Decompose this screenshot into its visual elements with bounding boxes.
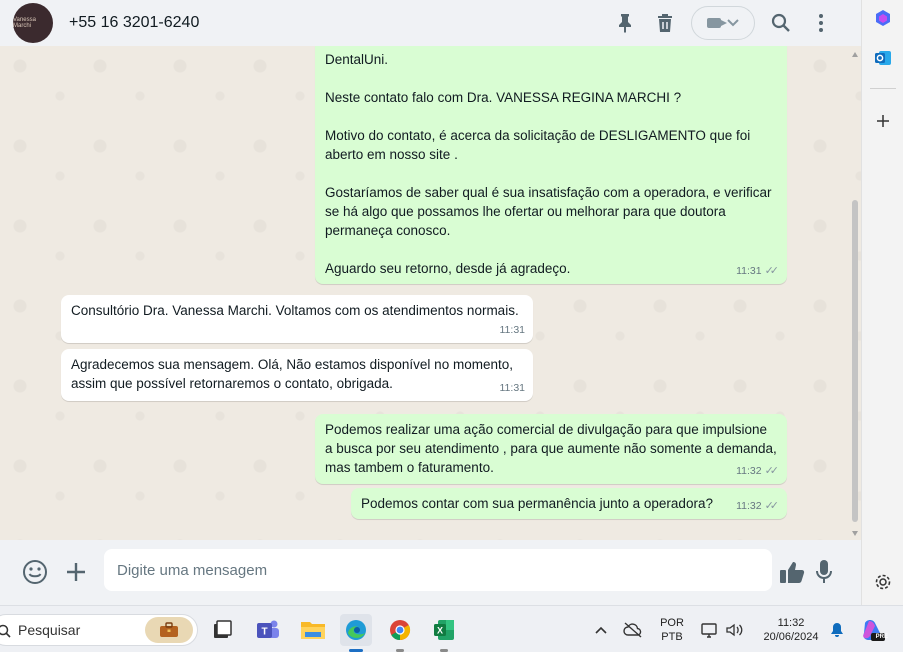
avatar-text: Vanessa Marchi (13, 17, 36, 29)
clock[interactable]: 11:32 20/06/2024 (756, 616, 826, 644)
message-text: Consultório Dra. Vanessa Marchi. Voltamo… (71, 303, 519, 318)
search-icon[interactable] (761, 3, 801, 43)
message-time: 11:31 (736, 265, 762, 277)
message-bubble[interactable]: Agradecemos sua mensagem. Olá, Não estam… (61, 349, 533, 401)
clock-date: 20/06/2024 (763, 631, 819, 643)
volume-icon[interactable] (721, 614, 747, 646)
message-bubble[interactable]: Consultório Dra. Vanessa Marchi. Voltamo… (61, 295, 533, 343)
delete-icon[interactable] (645, 3, 685, 43)
scroll-thumb[interactable] (852, 200, 858, 522)
thumbs-up-icon[interactable] (778, 558, 806, 586)
task-view-icon[interactable] (206, 614, 238, 646)
menu-icon[interactable] (801, 3, 841, 43)
composer (0, 540, 861, 605)
search-label: Pesquisar (18, 622, 81, 638)
message-bubble[interactable]: Podemos realizar uma ação comercial de d… (315, 414, 787, 484)
whatsapp-window: Vanessa Marchi +55 16 3201-6240 DentalUn… (0, 0, 861, 605)
scroll-down-icon[interactable] (852, 531, 858, 536)
settings-icon[interactable] (873, 572, 893, 592)
message-bubble[interactable]: Podemos contar com sua permanência junto… (351, 488, 787, 519)
message-bubble[interactable]: DentalUni. Neste contato falo com Dra. V… (315, 46, 787, 284)
excel-icon[interactable]: X (428, 614, 460, 652)
message-meta: 11:32 ✓✓ (736, 462, 779, 481)
pin-icon[interactable] (605, 3, 645, 43)
message-text: Podemos realizar uma ação comercial de d… (325, 422, 777, 475)
taskbar-search[interactable]: Pesquisar (0, 614, 198, 646)
search-icon (0, 624, 11, 638)
teams-icon[interactable]: T (252, 614, 284, 646)
svg-text:T: T (261, 627, 267, 638)
add-icon[interactable] (873, 111, 893, 131)
attach-icon[interactable] (62, 558, 90, 586)
chat-header: Vanessa Marchi +55 16 3201-6240 (0, 0, 861, 46)
copilot-icon[interactable] (873, 8, 893, 28)
network-icon[interactable] (697, 614, 723, 646)
video-call-button[interactable] (691, 6, 755, 40)
message-time: 11:31 (499, 324, 526, 336)
edge-sidebar (861, 0, 903, 605)
scroll-up-icon[interactable] (852, 52, 858, 57)
onedrive-offline-icon[interactable] (618, 614, 648, 646)
message-meta: 11:32 ✓✓ (736, 497, 779, 516)
header-actions (605, 0, 841, 46)
message-time: 11:31 (499, 382, 526, 394)
avatar[interactable]: Vanessa Marchi (13, 3, 53, 43)
mic-icon[interactable] (810, 558, 838, 586)
double-check-icon: ✓✓ (764, 265, 780, 277)
outlook-icon[interactable] (873, 48, 893, 68)
message-meta: 11:31 (500, 321, 526, 340)
emoji-icon[interactable] (21, 558, 49, 586)
message-meta: 11:31 (500, 379, 526, 398)
svg-text:X: X (437, 626, 443, 636)
chevron-up-icon[interactable] (586, 614, 616, 646)
language-top: POR (660, 617, 684, 629)
message-list[interactable]: DentalUni. Neste contato falo com Dra. V… (0, 46, 861, 540)
language-bottom: PTB (661, 631, 683, 643)
double-check-icon: ✓✓ (764, 500, 780, 512)
chevron-down-icon (727, 19, 739, 27)
contact-name[interactable]: +55 16 3201-6240 (69, 14, 199, 32)
chrome-icon[interactable] (384, 614, 416, 652)
message-time: 11:32 (736, 500, 762, 512)
edge-icon[interactable] (340, 614, 372, 652)
clock-time: 11:32 (777, 617, 805, 629)
video-call-icon (707, 18, 727, 28)
briefcase-icon (145, 617, 193, 643)
message-text: Podemos contar com sua permanência junto… (361, 496, 713, 511)
copilot-preview-icon[interactable]: PRE (857, 614, 889, 646)
language-indicator[interactable]: POR PTB (656, 616, 688, 644)
message-time: 11:32 (736, 465, 762, 477)
preview-badge: PRE (875, 634, 888, 640)
file-explorer-icon[interactable] (297, 614, 329, 646)
rail-divider (870, 88, 896, 89)
message-input[interactable] (104, 549, 772, 591)
double-check-icon: ✓✓ (764, 465, 780, 477)
notification-bell-icon[interactable] (826, 614, 848, 646)
taskbar: Pesquisar T X POR PTB 11:32 20/06/2024 P… (0, 605, 903, 652)
message-meta: 11:31 ✓✓ (736, 262, 779, 281)
chat-scrollbar[interactable] (851, 48, 859, 538)
message-text: Agradecemos sua mensagem. Olá, Não estam… (71, 357, 513, 391)
message-text: DentalUni. Neste contato falo com Dra. V… (325, 52, 772, 276)
